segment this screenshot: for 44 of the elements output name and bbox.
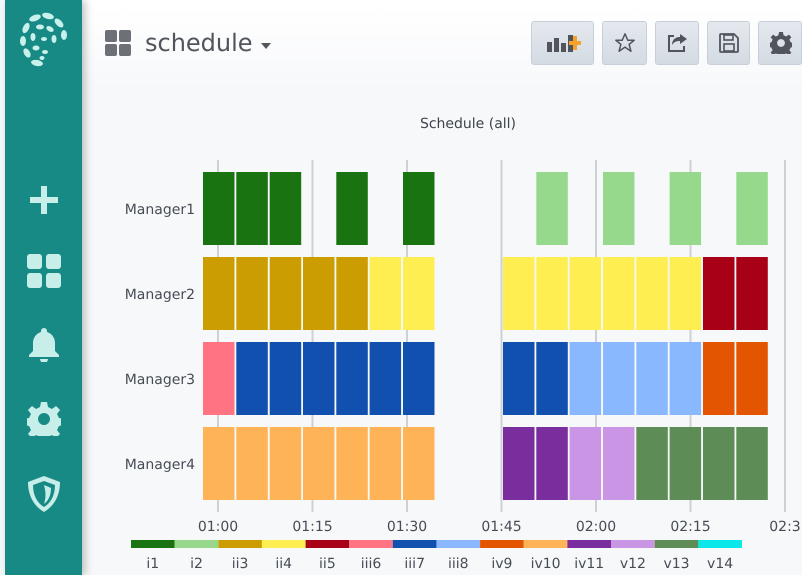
panel-title: Schedule (all) xyxy=(420,116,516,132)
legend-label: ii4 xyxy=(275,556,292,572)
legend-label: v12 xyxy=(620,556,646,572)
row-label: Manager1 xyxy=(124,202,195,218)
legend-label: ii5 xyxy=(319,556,336,572)
bar-chart-plus-icon xyxy=(544,32,580,54)
legend-label: iii6 xyxy=(360,556,382,572)
legend-label: v13 xyxy=(663,556,690,572)
share-icon xyxy=(666,33,688,53)
save-icon xyxy=(718,33,738,53)
star-button[interactable] xyxy=(602,21,647,65)
plus-icon[interactable] xyxy=(30,186,58,214)
caret-icon[interactable] xyxy=(260,43,271,49)
time-tick-label: 01:30 xyxy=(386,519,428,535)
share-button[interactable] xyxy=(655,21,699,65)
time-tick-label: 02:3 xyxy=(769,519,801,535)
legend-label: iv11 xyxy=(574,556,604,572)
settings-icon[interactable] xyxy=(26,402,60,436)
dashboard-grid-icon xyxy=(105,30,131,56)
legend-label: iii7 xyxy=(404,556,425,572)
legend-label: iv10 xyxy=(530,556,561,572)
settings-icon xyxy=(770,32,792,54)
time-tick-label: 01:15 xyxy=(292,519,333,535)
legend-label: i2 xyxy=(190,556,203,572)
dashboard-title[interactable]: schedule xyxy=(145,29,253,57)
row-label: Manager3 xyxy=(124,372,195,388)
time-tick-label: 01:45 xyxy=(481,519,522,535)
settings-button[interactable] xyxy=(758,21,802,65)
add-panel-button[interactable] xyxy=(531,21,594,65)
legend-label: v14 xyxy=(707,556,734,572)
time-tick-label: 02:00 xyxy=(576,519,616,535)
legend-label: iv9 xyxy=(491,556,512,572)
star-icon xyxy=(614,32,636,54)
legend-label: ii3 xyxy=(232,556,248,572)
save-button[interactable] xyxy=(707,21,750,65)
legend-label: iii8 xyxy=(448,556,469,572)
legend-label: i1 xyxy=(146,556,160,572)
dashboards-icon[interactable] xyxy=(26,254,60,288)
row-label: Manager4 xyxy=(124,457,195,473)
shield-icon[interactable] xyxy=(28,476,60,512)
bell-icon[interactable] xyxy=(28,328,58,362)
time-tick-label: 02:15 xyxy=(670,519,711,535)
time-tick-label: 01:00 xyxy=(198,519,238,535)
row-label: Manager2 xyxy=(124,287,195,303)
